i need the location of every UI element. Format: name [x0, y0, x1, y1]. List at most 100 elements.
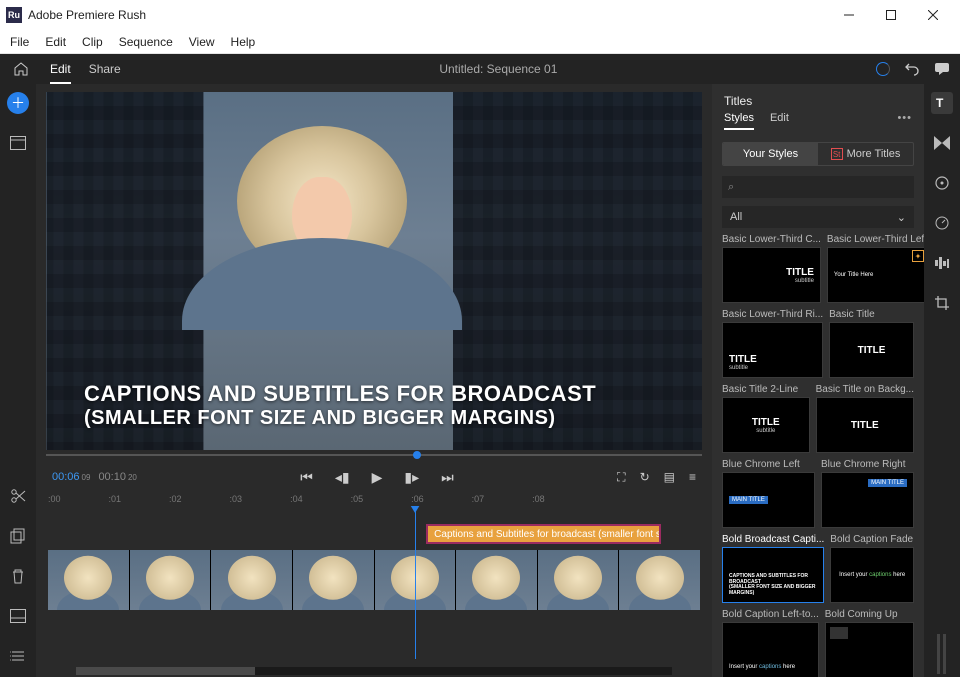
title-thumb[interactable]: CAPTIONS AND SUBTITLES FOR BROADCAST(SMA…: [722, 547, 824, 603]
title-card[interactable]: Blue Chrome LeftMAIN TITLE: [722, 459, 815, 528]
menu-clip[interactable]: Clip: [76, 33, 109, 51]
menu-file[interactable]: File: [4, 33, 35, 51]
comment-icon[interactable]: [934, 62, 950, 76]
play-icon[interactable]: ▶: [372, 469, 383, 486]
title-card[interactable]: Basic Title 2-Line TITLEsubtitle: [722, 384, 810, 453]
caption-line1: CAPTIONS AND SUBTITLES FOR BROADCAST: [84, 381, 596, 407]
title-card-label: Bold Broadcast Capti...: [722, 534, 824, 545]
menu-view[interactable]: View: [183, 33, 221, 51]
title-thumb[interactable]: TITLE: [816, 397, 914, 453]
title-card[interactable]: Basic Lower-Third C... TITLEsubtitle: [722, 234, 821, 303]
preview-monitor[interactable]: CAPTIONS AND SUBTITLES FOR BROADCAST (SM…: [46, 92, 702, 450]
filter-value: All: [730, 211, 742, 223]
title-card-label: Basic Lower-Third C...: [722, 234, 821, 245]
panel-tab-edit[interactable]: Edit: [770, 112, 789, 130]
video-track[interactable]: [48, 550, 700, 610]
title-thumb[interactable]: MAIN TITLE: [722, 472, 815, 528]
close-button[interactable]: [912, 1, 954, 29]
project-panel-icon[interactable]: [7, 132, 29, 154]
title-card[interactable]: Basic Lower-Third Ri...TITLEsubtitle: [722, 309, 823, 378]
title-card[interactable]: Basic TitleTITLE: [829, 309, 914, 378]
panel-tab-styles[interactable]: Styles: [724, 112, 754, 130]
title-clip[interactable]: Captions and Subtitles for broadcast (sm…: [426, 524, 661, 544]
tab-edit[interactable]: Edit: [50, 56, 71, 84]
menu-edit[interactable]: Edit: [39, 33, 72, 51]
zoom-fit-icon[interactable]: ▤: [664, 470, 675, 485]
home-icon[interactable]: [10, 58, 32, 80]
title-thumb[interactable]: Insert your captions here: [722, 622, 819, 677]
menu-help[interactable]: Help: [225, 33, 262, 51]
tab-share[interactable]: Share: [89, 56, 121, 82]
timeline[interactable]: Captions and Subtitles for broadcast (sm…: [36, 506, 712, 667]
title-card-label: Basic Title 2-Line: [722, 384, 810, 395]
title-thumb[interactable]: MAIN TITLE: [821, 472, 914, 528]
menu-sequence[interactable]: Sequence: [113, 33, 179, 51]
clip-thumb[interactable]: [456, 550, 537, 610]
sync-icon[interactable]: [876, 62, 890, 76]
title-card-label: Bold Coming Up: [825, 609, 914, 620]
track-list-icon[interactable]: [7, 645, 29, 667]
title-card[interactable]: Basic Lower-Third Left ✦Your Title Here: [827, 234, 924, 303]
minimize-button[interactable]: [828, 1, 870, 29]
title-thumb[interactable]: [825, 622, 914, 677]
title-thumb[interactable]: TITLEsubtitle: [722, 247, 821, 303]
audio-icon[interactable]: [931, 252, 953, 274]
go-end-icon[interactable]: ⏭: [441, 469, 454, 486]
go-start-icon[interactable]: ⏮: [300, 469, 313, 486]
clip-thumb[interactable]: [211, 550, 292, 610]
titles-filter[interactable]: All ⌄: [722, 206, 914, 228]
titles-grid: Basic Lower-Third C...TITLEsubtitleBasic…: [712, 234, 924, 677]
trash-icon[interactable]: [7, 565, 29, 587]
preview-scrubber[interactable]: [46, 454, 702, 462]
duplicate-icon[interactable]: [7, 525, 29, 547]
title-card[interactable]: Bold Caption FadeInsert your captions he…: [830, 534, 914, 603]
title-card[interactable]: Bold Broadcast Capti... CAPTIONS AND SUBT…: [722, 534, 824, 603]
project-title: Untitled: Sequence 01: [139, 62, 858, 76]
titles-tool-icon[interactable]: T: [931, 92, 953, 114]
color-icon[interactable]: [931, 172, 953, 194]
left-dock: ＋: [0, 84, 36, 677]
seg-your-styles[interactable]: Your Styles: [723, 143, 818, 165]
title-thumb[interactable]: TITLEsubtitle: [722, 322, 823, 378]
title-thumb[interactable]: TITLEsubtitle: [722, 397, 810, 453]
scissors-icon[interactable]: [7, 485, 29, 507]
title-clip-label: Captions and Subtitles for broadcast (sm…: [434, 529, 661, 540]
audio-meter-icon[interactable]: [931, 643, 953, 665]
clip-thumb[interactable]: [293, 550, 374, 610]
panel-more-icon[interactable]: •••: [897, 112, 912, 130]
title-thumb[interactable]: Insert your captions here: [830, 547, 914, 603]
loop-icon[interactable]: ↻: [640, 470, 650, 485]
center-area: CAPTIONS AND SUBTITLES FOR BROADCAST (SM…: [36, 84, 712, 677]
clip-thumb[interactable]: [48, 550, 129, 610]
titles-search[interactable]: ⌕: [722, 176, 914, 198]
search-icon: ⌕: [728, 181, 734, 194]
step-fwd-icon[interactable]: ▮▸: [404, 469, 419, 486]
transitions-icon[interactable]: [931, 132, 953, 154]
title-card-label: Blue Chrome Right: [821, 459, 914, 470]
playhead[interactable]: [415, 506, 416, 659]
timeline-menu-icon[interactable]: ≡: [689, 470, 696, 485]
timeline-ruler[interactable]: :00 :01 :02 :03 :04 :05 :06 :07 :08: [36, 492, 712, 506]
undo-icon[interactable]: [904, 61, 920, 77]
title-thumb[interactable]: ✦Your Title Here: [827, 247, 924, 303]
clip-thumb[interactable]: [538, 550, 619, 610]
step-back-icon[interactable]: ◂▮: [335, 469, 350, 486]
crop-icon[interactable]: [931, 292, 953, 314]
title-card[interactable]: Bold Coming Up: [825, 609, 914, 677]
tracks-toggle-icon[interactable]: [7, 605, 29, 627]
speed-icon[interactable]: [931, 212, 953, 234]
clip-thumb[interactable]: [619, 550, 700, 610]
add-media-button[interactable]: ＋: [7, 92, 29, 114]
maximize-button[interactable]: [870, 1, 912, 29]
title-thumb[interactable]: TITLE: [829, 322, 914, 378]
window-title: Adobe Premiere Rush: [28, 8, 146, 22]
timeline-scrollbar[interactable]: [76, 667, 672, 675]
seg-more-titles[interactable]: St More Titles: [818, 143, 913, 165]
title-card[interactable]: Basic Title on Backg...TITLE: [816, 384, 914, 453]
right-dock: T: [924, 84, 960, 677]
clip-thumb[interactable]: [130, 550, 211, 610]
title-card-label: Basic Lower-Third Left: [827, 234, 924, 245]
fullscreen-icon[interactable]: ⛶: [617, 470, 625, 485]
title-card[interactable]: Blue Chrome Right MAIN TITLE: [821, 459, 914, 528]
title-card[interactable]: Bold Caption Left-to...Insert your capti…: [722, 609, 819, 677]
